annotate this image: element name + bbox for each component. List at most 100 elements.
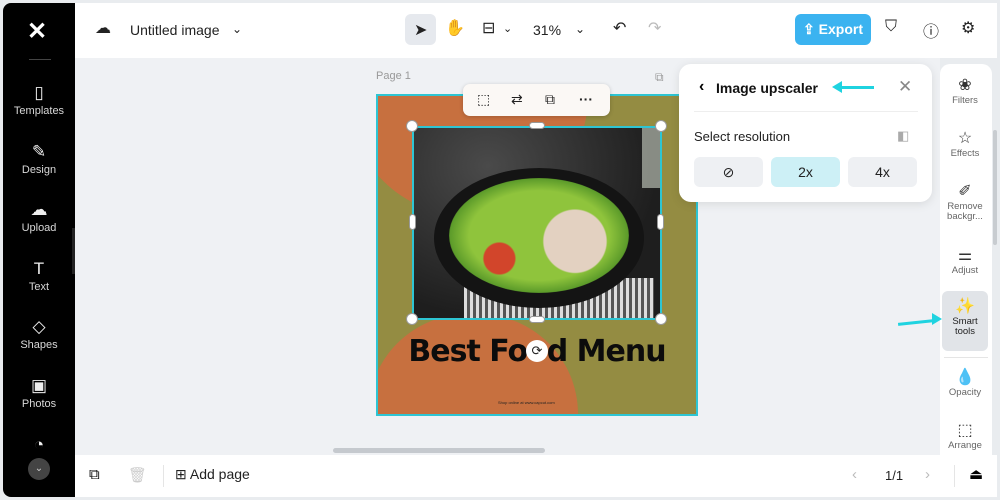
label: Upload: [21, 222, 57, 234]
duplicate-page-icon[interactable]: ⧉: [655, 70, 664, 85]
duplicate-icon[interactable]: ⧉: [545, 91, 555, 108]
layout-chevron-icon[interactable]: ⌄: [503, 22, 512, 35]
crop-select-icon[interactable]: ⬚: [477, 91, 490, 108]
sidebar-item-text[interactable]: T Text: [3, 259, 75, 293]
salad: [449, 178, 629, 293]
sidebar-item-templates[interactable]: ▯ Templates: [3, 83, 75, 117]
annotation-arrow-left: [840, 86, 874, 89]
label: Photos: [21, 398, 57, 410]
divider: [944, 357, 988, 358]
label: Filters: [952, 95, 978, 106]
document-title[interactable]: Untitled image: [130, 22, 220, 38]
select-tool-button[interactable]: ➤: [405, 14, 436, 45]
zoom-level[interactable]: 31%: [533, 22, 561, 38]
label: Effects: [950, 148, 980, 159]
add-page-icon: ⊞: [175, 466, 190, 482]
opacity-drop-icon: 💧: [955, 369, 975, 386]
resize-handle-ne[interactable]: [655, 120, 667, 132]
resize-handle-se[interactable]: [655, 313, 667, 325]
add-page-label: Add page: [189, 466, 250, 482]
back-chevron-icon[interactable]: ‹: [699, 78, 704, 96]
filters-icon: ❀: [958, 77, 972, 94]
arrowhead: [932, 313, 942, 325]
resize-handle-sw[interactable]: [406, 313, 418, 325]
label: Remove backgr...: [947, 201, 983, 222]
zoom-chevron-icon[interactable]: ⌄: [575, 22, 585, 36]
upload-icon: ☁: [30, 200, 48, 219]
footer-text[interactable]: Shop online at www.capcut.com: [498, 400, 555, 405]
sidebar-item-design[interactable]: ✎ Design: [3, 142, 75, 176]
hand-tool-icon[interactable]: ✋: [445, 18, 465, 38]
tool-opacity[interactable]: 💧 Opacity: [942, 368, 988, 398]
title-chevron-down-icon[interactable]: ⌄: [232, 22, 242, 36]
resolution-option-4x[interactable]: 4x: [848, 157, 917, 187]
text-icon: T: [33, 259, 45, 278]
layout-icon[interactable]: ⊟: [482, 18, 495, 38]
settings-gear-icon[interactable]: ⚙: [961, 18, 975, 38]
resolution-option-2x[interactable]: 2x: [771, 157, 840, 187]
left-sidebar: ✕ ▯ Templates ✎ Design ☁ Upload T Text ◇ Shap…: [3, 3, 75, 497]
capcut-logo[interactable]: ✕: [27, 17, 47, 46]
resize-handle-nw[interactable]: [406, 120, 418, 132]
tool-adjust[interactable]: ⚌ Adjust: [942, 246, 988, 276]
label: Text: [28, 281, 50, 293]
divider: [694, 111, 918, 112]
glass: [642, 128, 660, 188]
panel-title: Image upscaler: [716, 80, 818, 96]
shield-icon[interactable]: ⛉: [885, 18, 897, 36]
top-toolbar: ☁ Untitled image ⌄ ➤ ✋ ⊟ ⌄ 31% ⌄ ↶ ↷ ⇪ E…: [75, 3, 997, 58]
resize-handle-e[interactable]: [657, 214, 664, 230]
label: Templates: [13, 105, 65, 117]
pointer-icon: ➤: [414, 22, 428, 39]
image-upscaler-panel: ‹ Image upscaler ✕ Select resolution ◧ ⊘…: [679, 64, 932, 202]
upload-icon: ⇪: [803, 21, 819, 37]
export-button[interactable]: ⇪ Export: [795, 14, 871, 45]
label: Adjust: [951, 265, 979, 276]
right-panel-scrollbar[interactable]: [993, 130, 997, 245]
context-toolbar: ⬚ ⇄ ⧉ ···: [463, 84, 610, 116]
remove-background-icon: ✐: [958, 183, 972, 200]
horizontal-scrollbar[interactable]: [333, 448, 545, 453]
tool-filters[interactable]: ❀ Filters: [942, 76, 988, 106]
expand-more-button[interactable]: ⌄: [28, 458, 50, 480]
resize-handle-n[interactable]: [529, 122, 545, 129]
divider: [954, 465, 955, 487]
redo-icon[interactable]: ↷: [648, 18, 661, 38]
rotate-handle-icon[interactable]: ⟳: [526, 340, 548, 362]
sticker-icon[interactable]: ◔: [3, 435, 75, 457]
delete-page-icon[interactable]: 🗑: [128, 466, 147, 484]
sidebar-item-shapes[interactable]: ◇ Shapes: [3, 317, 75, 351]
resize-handle-w[interactable]: [409, 214, 416, 230]
sidebar-item-upload[interactable]: ☁ Upload: [3, 200, 75, 234]
tool-smart-tools[interactable]: ✨ Smart tools: [942, 291, 988, 351]
more-options-icon[interactable]: ···: [579, 91, 593, 107]
magic-wand-icon: ✨: [955, 298, 975, 315]
undo-icon[interactable]: ↶: [613, 18, 626, 38]
resize-handle-s[interactable]: [529, 316, 545, 323]
page-label: Page 1: [376, 70, 411, 82]
replace-icon[interactable]: ⇄: [511, 91, 523, 108]
right-tool-panel: ❀ Filters ☆ Effects ✐ Remove backgr... ⚌ Adj…: [940, 64, 992, 455]
duplicate-page-icon[interactable]: ⧉: [89, 466, 100, 483]
tool-effects[interactable]: ☆ Effects: [942, 129, 988, 159]
add-page-button[interactable]: ⊞ Add page: [175, 466, 250, 483]
food-photo[interactable]: [412, 126, 662, 320]
help-icon[interactable]: ⓘ: [923, 18, 939, 42]
page-counter: 1/1: [885, 468, 904, 483]
tool-remove-background[interactable]: ✐ Remove backgr...: [942, 182, 988, 222]
export-label: Export: [818, 21, 863, 37]
effects-icon: ☆: [957, 130, 973, 147]
close-icon[interactable]: ✕: [898, 77, 912, 97]
arrowhead: [832, 81, 842, 93]
prev-page-icon[interactable]: ‹: [852, 466, 857, 483]
resolution-option-none[interactable]: ⊘: [694, 157, 763, 187]
divider: [163, 465, 164, 487]
cloud-saved-icon[interactable]: ☁: [95, 18, 111, 38]
templates-icon: ▯: [34, 83, 44, 102]
next-page-icon[interactable]: ›: [925, 466, 930, 483]
compare-icon[interactable]: ◧: [897, 128, 909, 144]
tool-arrange[interactable]: ⬚ Arrange: [942, 421, 988, 451]
sidebar-item-photos[interactable]: ▣ Photos: [3, 376, 75, 410]
design-icon: ✎: [31, 142, 47, 161]
page-panel-toggle-icon[interactable]: ⏏: [969, 465, 983, 483]
